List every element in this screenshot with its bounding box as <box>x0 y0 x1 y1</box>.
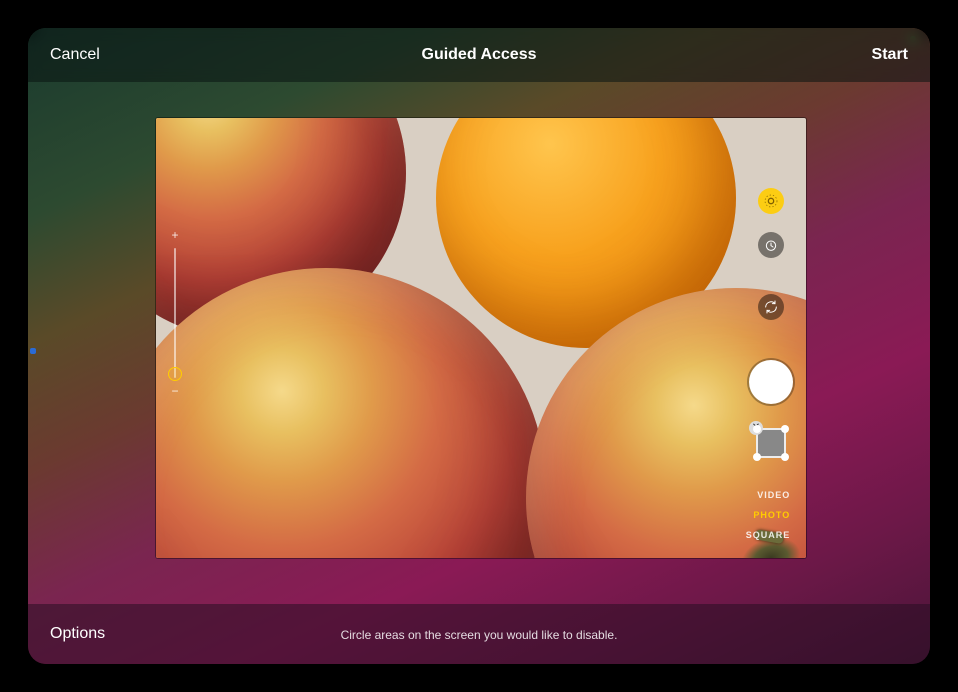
side-indicator <box>30 348 36 354</box>
mode-photo[interactable]: PHOTO <box>753 510 790 520</box>
ipad-frame: Cancel Guided Access Start + − <box>0 0 958 692</box>
cancel-button[interactable]: Cancel <box>50 46 100 64</box>
timer-button[interactable] <box>758 232 784 258</box>
zoom-slider[interactable]: + − <box>166 228 184 398</box>
zoom-in-icon[interactable]: + <box>171 228 178 242</box>
guided-access-topbar: Cancel Guided Access Start <box>28 28 930 82</box>
selection-handle[interactable] <box>781 453 789 461</box>
page-title: Guided Access <box>421 46 536 64</box>
flip-camera-icon <box>763 299 779 315</box>
camera-mode-list: VIDEO PHOTO SQUARE <box>746 490 797 540</box>
screen: Cancel Guided Access Start + − <box>28 28 930 664</box>
camera-controls: ✕ VIDEO PHOTO SQUARE <box>736 118 806 558</box>
zoom-out-icon[interactable]: − <box>171 384 178 398</box>
live-photo-button[interactable] <box>758 188 784 214</box>
guided-access-bottombar: Options Circle areas on the screen you w… <box>28 604 930 664</box>
options-button[interactable]: Options <box>50 625 105 643</box>
mode-square[interactable]: SQUARE <box>746 530 791 540</box>
selection-handle[interactable] <box>781 425 789 433</box>
selection-handle[interactable] <box>753 425 761 433</box>
last-photo-thumbnail[interactable]: ✕ <box>756 428 786 458</box>
mode-video[interactable]: VIDEO <box>757 490 790 500</box>
zoom-track[interactable] <box>174 248 176 378</box>
start-button[interactable]: Start <box>872 46 908 64</box>
selection-handle[interactable] <box>753 453 761 461</box>
hint-text: Circle areas on the screen you would lik… <box>341 628 618 642</box>
app-preview[interactable]: + − <box>156 118 806 558</box>
flip-camera-button[interactable] <box>758 294 784 320</box>
live-photo-icon <box>763 193 779 209</box>
timer-icon <box>763 237 779 253</box>
zoom-knob[interactable] <box>168 367 182 381</box>
shutter-button[interactable] <box>749 360 793 404</box>
camera-viewfinder <box>156 118 806 558</box>
